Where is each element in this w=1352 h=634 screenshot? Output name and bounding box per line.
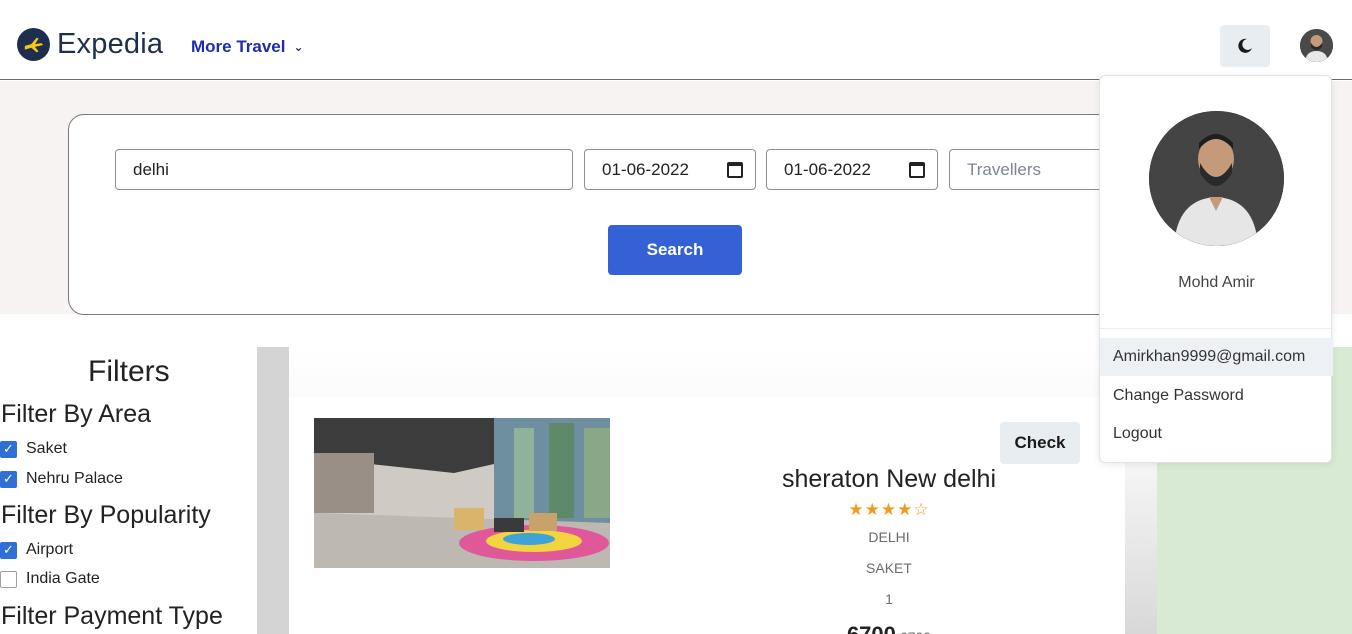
calendar-icon[interactable] [727, 162, 743, 178]
checkbox-checked[interactable]: ✓ [0, 440, 17, 458]
profile-dropdown: Mohd Amir Amirkhan9999@gmail.com Change … [1099, 75, 1333, 463]
more-travel-menu[interactable]: More Travel ⌄ [191, 37, 304, 57]
profile-name: Mohd Amir [1178, 274, 1255, 291]
search-card [68, 114, 1188, 315]
profile-avatar [1149, 111, 1284, 246]
user-avatar[interactable] [1300, 29, 1333, 62]
hotel-count: 1 [885, 591, 893, 607]
brand-logo[interactable]: Expedia [17, 28, 163, 61]
moon-icon [1238, 38, 1252, 53]
travellers-placeholder: Travellers [967, 159, 1041, 179]
checkin-value: 01-06-2022 [602, 159, 689, 179]
price-old: 6700 [900, 629, 931, 634]
star-filled-icon: ★ [897, 500, 914, 519]
more-travel-label: More Travel [191, 37, 286, 56]
filter-area-heading: Filter By Area [1, 400, 152, 428]
search-button[interactable]: Search [608, 225, 742, 275]
filter-area-nehru-palace[interactable]: ✓ Nehru Palace [0, 470, 123, 488]
page: Expedia More Travel ⌄ delhi 01-06-2022 0… [0, 0, 1352, 634]
hotel-price: 6700 6700 [700, 622, 1078, 634]
star-filled-icon: ★ [880, 500, 898, 519]
dropdown-divider [1100, 328, 1333, 329]
checkbox-unchecked[interactable] [0, 570, 17, 588]
profile-email-item[interactable]: Amirkhan9999@gmail.com [1100, 338, 1333, 376]
plane-icon [17, 28, 50, 61]
filter-option-label: Saket [26, 440, 67, 457]
filter-option-label: Airport [26, 541, 74, 558]
filter-option-label: India Gate [26, 570, 100, 587]
filter-popularity-airport[interactable]: ✓ Airport [0, 541, 73, 559]
checkout-date-input[interactable]: 01-06-2022 [766, 149, 938, 190]
star-filled-icon: ★ [848, 500, 865, 519]
chevron-down-icon: ⌄ [293, 40, 304, 54]
checkbox-checked[interactable]: ✓ [0, 541, 17, 559]
star-empty-icon: ☆ [913, 500, 930, 519]
price-current: 6700 [847, 622, 896, 634]
star-filled-icon: ★ [864, 500, 881, 519]
hotel-area: SAKET [866, 560, 912, 576]
filter-popularity-india-gate[interactable]: India Gate [0, 570, 100, 588]
calendar-icon[interactable] [909, 162, 925, 178]
destination-input[interactable]: delhi [115, 149, 573, 190]
dark-mode-toggle[interactable] [1220, 25, 1270, 67]
check-button[interactable]: Check [1000, 422, 1080, 464]
hotel-image[interactable] [314, 418, 610, 568]
filters-title: Filters [88, 355, 170, 388]
filter-option-label: Nehru Palace [26, 470, 123, 487]
filter-area-saket[interactable]: ✓ Saket [0, 440, 67, 458]
logout-item[interactable]: Logout [1100, 415, 1333, 453]
filter-popularity-heading: Filter By Popularity [1, 501, 211, 529]
checkout-value: 01-06-2022 [784, 159, 871, 179]
brand-name: Expedia [57, 28, 164, 60]
hotel-rating-stars: ★★★★☆ [700, 500, 1078, 520]
results-left-border [257, 347, 289, 634]
checkbox-checked[interactable]: ✓ [0, 470, 17, 488]
travellers-input[interactable]: Travellers [949, 149, 1119, 190]
change-password-item[interactable]: Change Password [1100, 377, 1333, 415]
hotel-name: sheraton New delhi [781, 465, 996, 493]
navbar: Expedia More Travel ⌄ [0, 0, 1352, 80]
filter-payment-heading: Filter Payment Type [1, 602, 223, 630]
destination-value: delhi [133, 159, 169, 179]
checkin-date-input[interactable]: 01-06-2022 [584, 149, 756, 190]
hotel-city: DELHI [868, 529, 910, 545]
